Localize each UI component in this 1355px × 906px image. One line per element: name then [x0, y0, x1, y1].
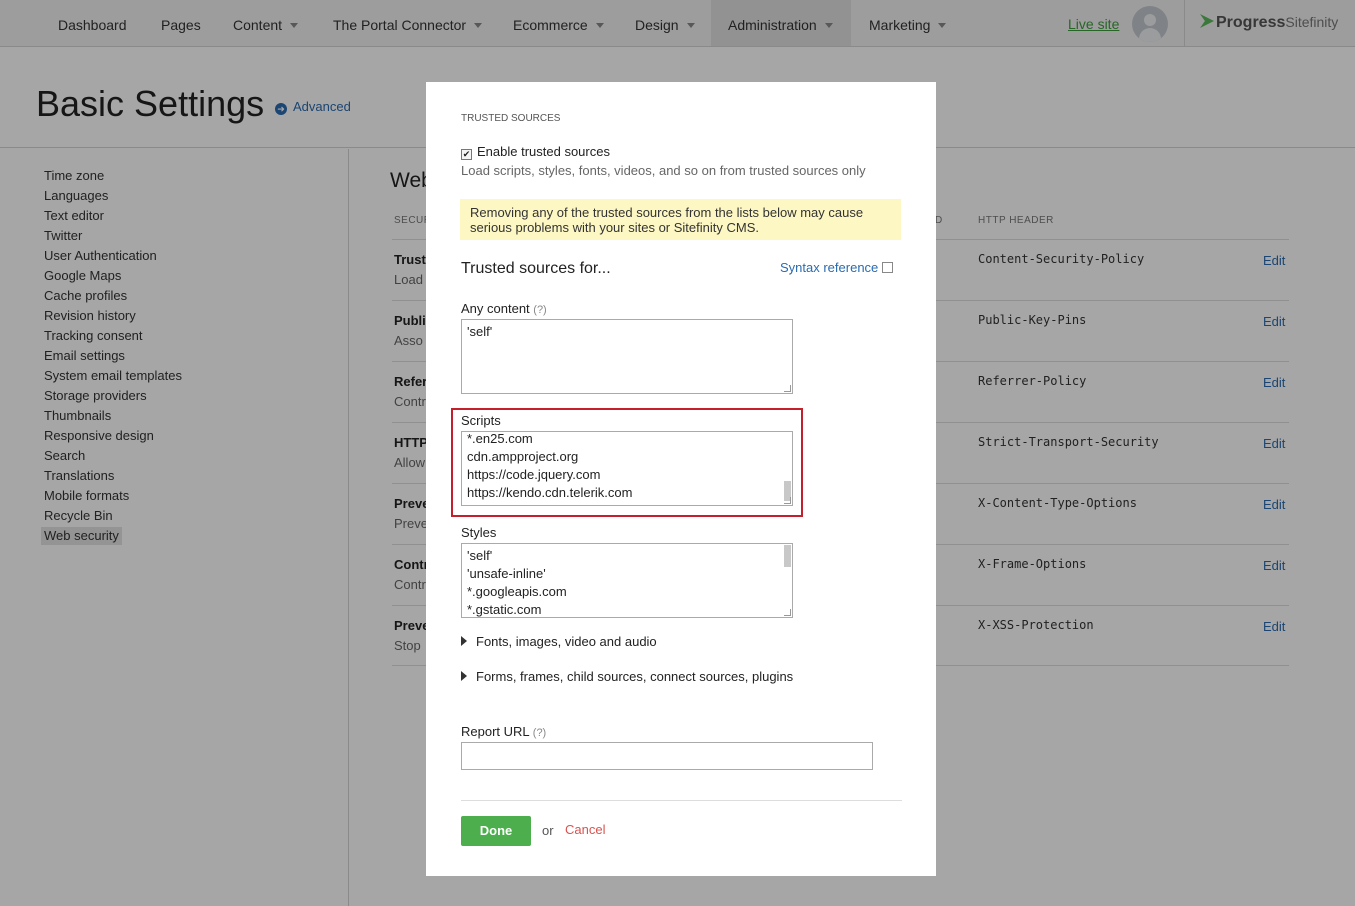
external-link-icon	[882, 262, 894, 273]
styles-label: Styles	[461, 525, 497, 540]
textarea-line: *.googleapis.com	[467, 584, 567, 599]
enable-hint: Load scripts, styles, fonts, videos, and…	[461, 163, 866, 178]
any-content-textarea[interactable]: 'self'	[461, 319, 793, 394]
textarea-line: https://code.jquery.com	[467, 467, 601, 482]
caret-right-icon	[461, 636, 467, 646]
syntax-reference-link[interactable]: Syntax reference	[780, 260, 894, 275]
expander-label: Fonts, images, video and audio	[476, 634, 657, 649]
trusted-sources-subtitle: Trusted sources for...	[461, 260, 611, 277]
or-text: or	[542, 823, 554, 838]
textarea-line: https://kendo.cdn.telerik.com	[467, 485, 633, 500]
textarea-line: cdn.ampproject.org	[467, 449, 579, 464]
cancel-link[interactable]: Cancel	[565, 822, 605, 837]
checkbox-checked-icon[interactable]: ✔	[461, 149, 472, 160]
syntax-reference-label: Syntax reference	[780, 260, 879, 275]
scripts-label: Scripts	[461, 413, 501, 428]
scrollbar[interactable]	[784, 545, 791, 567]
expander-label: Forms, frames, child sources, connect so…	[476, 669, 794, 684]
help-icon[interactable]: (?)	[533, 727, 546, 739]
checkbox-label: Enable trusted sources	[477, 144, 610, 159]
styles-textarea[interactable]: 'self' 'unsafe-inline' *.googleapis.com …	[461, 543, 793, 618]
scripts-textarea[interactable]: *.en25.com cdn.ampproject.org https://co…	[461, 431, 793, 506]
textarea-line: 'unsafe-inline'	[467, 566, 546, 581]
report-url-label-text: Report URL	[461, 724, 530, 739]
textarea-line: *.gstatic.com	[467, 602, 542, 617]
trusted-sources-dialog: TRUSTED SOURCES ✔ Enable trusted sources …	[426, 82, 936, 876]
fonts-images-expander[interactable]: Fonts, images, video and audio	[461, 634, 657, 649]
resize-handle-icon[interactable]	[784, 385, 791, 392]
help-icon[interactable]: (?)	[533, 304, 546, 316]
forms-frames-expander[interactable]: Forms, frames, child sources, connect so…	[461, 669, 793, 684]
any-content-label-text: Any content	[461, 301, 530, 316]
any-content-label: Any content (?)	[461, 301, 547, 316]
resize-handle-icon[interactable]	[784, 609, 791, 616]
report-url-label: Report URL (?)	[461, 724, 546, 739]
enable-trusted-sources-checkbox[interactable]: ✔ Enable trusted sources	[461, 144, 610, 160]
warning-message: Removing any of the trusted sources from…	[460, 199, 901, 240]
textarea-line: 'self'	[467, 324, 493, 339]
caret-right-icon	[461, 671, 467, 681]
section-heading: TRUSTED SOURCES	[461, 113, 561, 124]
textarea-line: *.en25.com	[467, 431, 533, 446]
done-button[interactable]: Done	[461, 816, 531, 846]
footer-divider	[461, 800, 902, 801]
resize-handle-icon[interactable]	[784, 497, 791, 504]
textarea-line: 'self'	[467, 548, 493, 563]
report-url-input[interactable]	[461, 742, 873, 770]
